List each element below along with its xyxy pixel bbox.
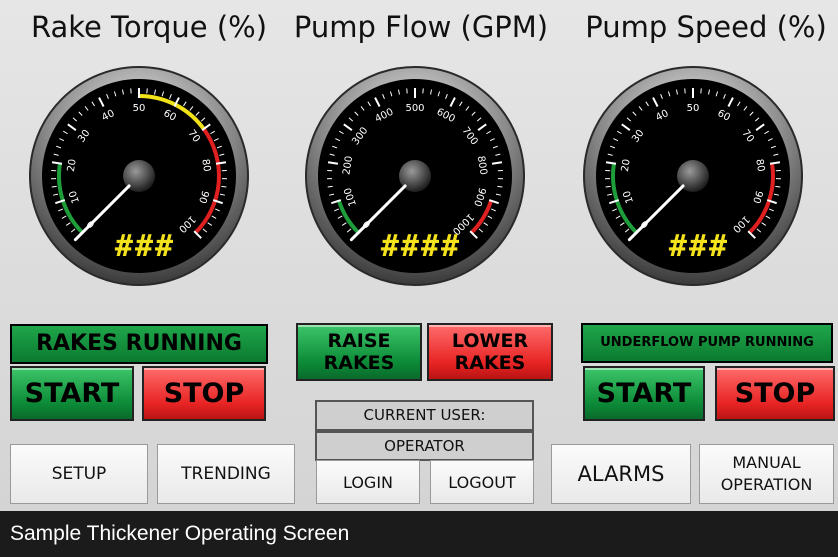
gauge-tick-label: 500	[405, 103, 424, 114]
trending-button[interactable]: TRENDING	[157, 444, 295, 504]
rakes-start-button[interactable]: START	[10, 366, 134, 421]
hmi-screen: Rake Torque (%) Pump Flow (GPM) Pump Spe…	[0, 0, 838, 511]
gauge-tick-label: 80	[753, 158, 766, 172]
alarms-button[interactable]: ALARMS	[551, 444, 691, 504]
lower-rakes-line2: RAKES	[454, 352, 526, 374]
gauge-readout: ####	[381, 229, 461, 264]
gauge-minor-tick	[327, 185, 333, 188]
manual-operation-line1: MANUAL	[732, 453, 801, 472]
setup-button[interactable]: SETUP	[10, 444, 148, 504]
lower-rakes-line1: LOWER	[451, 330, 529, 352]
caption-bar: Sample Thickener Operating Screen	[0, 511, 838, 557]
pump-stop-button[interactable]: STOP	[715, 366, 835, 421]
raise-rakes-line2: RAKES	[323, 352, 395, 374]
current-user-name: OPERATOR	[315, 431, 534, 461]
rake-torque-gauge: 0102030405060708090100###	[29, 66, 249, 286]
gauge-tick-label: 20	[66, 158, 79, 172]
gauge-tick-label: 50	[133, 103, 146, 114]
logout-button[interactable]: LOGOUT	[430, 460, 534, 504]
gauge-tick-label: 20	[620, 158, 633, 172]
pump-speed-title: Pump Speed (%)	[585, 10, 827, 44]
pump-status-indicator: UNDERFLOW PUMP RUNNING	[581, 323, 833, 363]
gauge-minor-tick	[775, 185, 781, 188]
pump-start-button[interactable]: START	[583, 366, 705, 421]
raise-rakes-button[interactable]: RAISE RAKES	[296, 323, 422, 381]
gauge-readout: ###	[115, 229, 175, 264]
gauge-minor-tick	[605, 185, 611, 188]
gauge-readout: ###	[669, 229, 729, 264]
login-button[interactable]: LOGIN	[316, 460, 420, 504]
rakes-stop-button[interactable]: STOP	[142, 366, 266, 421]
pump-flow-gauge: 01002003004005006007008009001000####	[305, 66, 525, 286]
raise-rakes-line1: RAISE	[327, 330, 391, 352]
lower-rakes-button[interactable]: LOWER RAKES	[427, 323, 553, 381]
rakes-status-indicator: RAKES RUNNING	[10, 324, 268, 364]
pump-speed-gauge: 0102030405060708090100###	[583, 66, 803, 286]
rake-torque-title: Rake Torque (%)	[30, 10, 268, 44]
pump-flow-title: Pump Flow (GPM)	[293, 10, 549, 44]
gauge-minor-tick	[51, 185, 57, 188]
gauge-minor-tick	[497, 185, 503, 188]
gauge-tick-label: 80	[199, 158, 212, 172]
manual-operation-button[interactable]: MANUAL OPERATION	[699, 444, 834, 504]
gauge-tick-label: 50	[687, 103, 700, 114]
manual-operation-line2: OPERATION	[720, 475, 813, 494]
current-user-label: CURRENT USER:	[315, 400, 534, 431]
gauge-minor-tick	[221, 185, 227, 188]
